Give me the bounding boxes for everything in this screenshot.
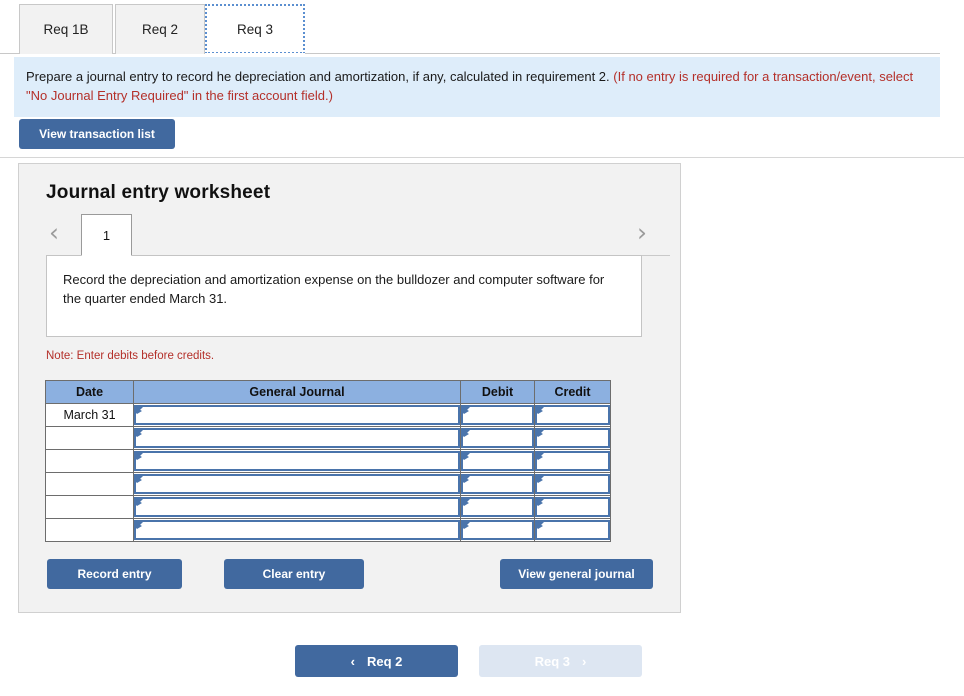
cell-debit[interactable] <box>460 449 535 473</box>
cell-credit[interactable] <box>534 495 611 519</box>
debits-before-credits-note: Note: Enter debits before credits. <box>46 350 215 362</box>
cell-date[interactable]: March 31 <box>45 403 134 427</box>
tab-req-2[interactable]: Req 2 <box>115 4 205 54</box>
table-row: March 31 <box>45 403 611 427</box>
cell-general-journal[interactable] <box>133 449 461 473</box>
worksheet-title: Journal entry worksheet <box>46 182 271 203</box>
debit-input[interactable] <box>461 451 534 471</box>
cell-debit[interactable] <box>460 518 535 542</box>
cell-debit[interactable] <box>460 472 535 496</box>
cell-general-journal[interactable] <box>133 495 461 519</box>
nav-next-label: Req 3 <box>534 653 571 669</box>
tab-req-2-label: Req 2 <box>141 22 179 37</box>
credit-input[interactable] <box>535 497 610 517</box>
view-general-journal-button[interactable]: View general journal <box>500 559 653 589</box>
cell-debit[interactable] <box>460 495 535 519</box>
chevron-left-icon: ‹ <box>350 653 355 669</box>
credit-input[interactable] <box>535 520 610 540</box>
debit-input[interactable] <box>461 474 534 494</box>
journal-table-header-row: Date General Journal Debit Credit <box>45 380 611 404</box>
general-journal-input[interactable] <box>134 474 460 494</box>
cell-date[interactable] <box>45 426 134 450</box>
cell-credit[interactable] <box>534 472 611 496</box>
table-row <box>45 518 611 542</box>
cell-date[interactable] <box>45 518 134 542</box>
credit-input[interactable] <box>535 428 610 448</box>
clear-entry-button[interactable]: Clear entry <box>224 559 364 589</box>
tab-req-1b-label: Req 1B <box>43 22 89 37</box>
clear-entry-label: Clear entry <box>262 567 326 581</box>
cell-general-journal[interactable] <box>133 518 461 542</box>
credit-input[interactable] <box>535 405 610 425</box>
cell-debit[interactable] <box>460 426 535 450</box>
table-row <box>45 426 611 450</box>
column-header-credit: Credit <box>534 380 611 404</box>
credit-input[interactable] <box>535 474 610 494</box>
instruction-banner: Prepare a journal entry to record he dep… <box>14 57 940 117</box>
credit-input[interactable] <box>535 451 610 471</box>
general-journal-input[interactable] <box>134 451 460 471</box>
debit-input[interactable] <box>461 428 534 448</box>
requirement-tab-strip: Req 1B Req 2 Req 3 <box>0 0 964 56</box>
tab-req-1b[interactable]: Req 1B <box>19 4 113 54</box>
cell-credit[interactable] <box>534 403 611 427</box>
record-entry-button[interactable]: Record entry <box>47 559 182 589</box>
chevron-right-icon: › <box>582 653 587 669</box>
table-row <box>45 472 611 496</box>
instruction-main-text: Prepare a journal entry to record he dep… <box>26 69 610 84</box>
column-header-debit: Debit <box>460 380 535 404</box>
nav-next-requirement-button: Req 3 › <box>479 645 642 677</box>
general-journal-input[interactable] <box>134 520 460 540</box>
chevron-left-icon[interactable]: ‹ <box>49 220 59 245</box>
cell-general-journal[interactable] <box>133 472 461 496</box>
debit-input[interactable] <box>461 497 534 517</box>
journal-entry-table: Date General Journal Debit Credit March … <box>45 380 611 542</box>
nav-previous-requirement-button[interactable]: ‹ Req 2 <box>295 645 458 677</box>
nav-previous-label: Req 2 <box>366 653 403 669</box>
cell-credit[interactable] <box>534 426 611 450</box>
tab-req-3[interactable]: Req 3 <box>205 4 305 56</box>
toolbar-divider <box>0 157 964 158</box>
entry-description-box: Record the depreciation and amortization… <box>46 255 642 337</box>
cell-general-journal[interactable] <box>133 403 461 427</box>
worksheet-page-tab-1[interactable]: 1 <box>81 214 132 256</box>
entry-description-text: Record the depreciation and amortization… <box>63 272 605 306</box>
table-row <box>45 495 611 519</box>
cell-general-journal[interactable] <box>133 426 461 450</box>
general-journal-input[interactable] <box>134 497 460 517</box>
record-entry-label: Record entry <box>77 567 152 581</box>
view-transaction-list-button[interactable]: View transaction list <box>19 119 175 149</box>
table-row <box>45 449 611 473</box>
debit-input[interactable] <box>461 405 534 425</box>
general-journal-input[interactable] <box>134 428 460 448</box>
journal-entry-worksheet-panel: Journal entry worksheet ‹ › 1 Record the… <box>18 163 681 613</box>
worksheet-page-tab-1-label: 1 <box>102 227 111 243</box>
view-transaction-list-label: View transaction list <box>39 127 155 141</box>
debit-input[interactable] <box>461 520 534 540</box>
cell-date[interactable] <box>45 449 134 473</box>
column-header-general-journal: General Journal <box>133 380 461 404</box>
cell-credit[interactable] <box>534 518 611 542</box>
tab-req-3-label: Req 3 <box>236 21 274 37</box>
column-header-date: Date <box>45 380 134 404</box>
cell-date[interactable] <box>45 472 134 496</box>
cell-debit[interactable] <box>460 403 535 427</box>
cell-date[interactable] <box>45 495 134 519</box>
cell-credit[interactable] <box>534 449 611 473</box>
chevron-right-icon[interactable]: › <box>637 220 647 245</box>
general-journal-input[interactable] <box>134 405 460 425</box>
view-general-journal-label: View general journal <box>518 567 635 581</box>
